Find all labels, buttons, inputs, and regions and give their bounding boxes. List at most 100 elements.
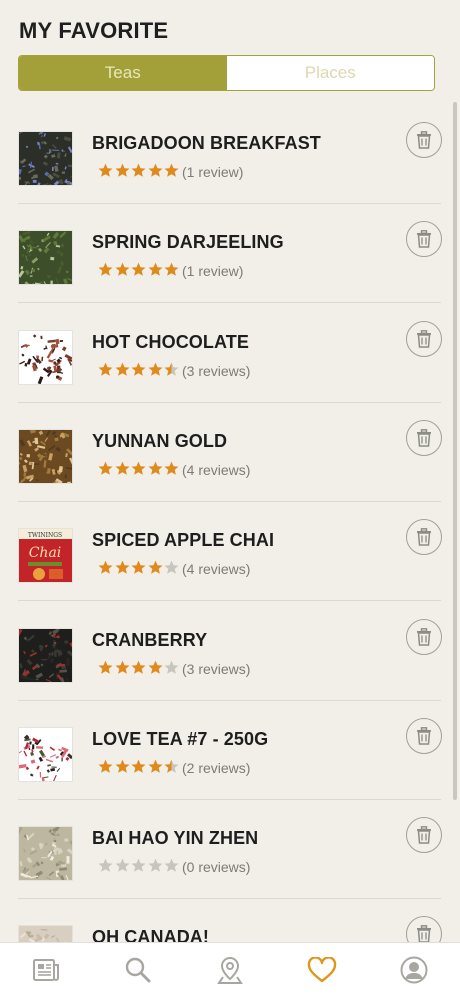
tab-places[interactable]: Places: [227, 56, 435, 90]
tea-thumbnail[interactable]: [18, 429, 73, 484]
delete-button[interactable]: [406, 221, 442, 257]
trash-icon: [416, 528, 432, 546]
review-count: (2 reviews): [182, 760, 250, 776]
star-icon: [164, 262, 179, 277]
page-title: MY FAVORITE: [19, 18, 168, 44]
delete-button[interactable]: [406, 420, 442, 456]
star-icon: [115, 262, 130, 277]
nav-search[interactable]: [92, 943, 184, 997]
list-item[interactable]: CRANBERRY (3 reviews): [0, 602, 441, 701]
nav-places[interactable]: [184, 943, 276, 997]
review-count: (4 reviews): [182, 462, 250, 478]
star-icon: [98, 660, 113, 675]
scrollbar[interactable]: [453, 102, 457, 800]
star-icon: [164, 560, 179, 575]
star-icon: [164, 858, 179, 873]
star-rating: [98, 262, 181, 277]
segmented-control: Teas Places: [18, 55, 435, 91]
delete-button[interactable]: [406, 718, 442, 754]
bottom-nav: [0, 942, 460, 997]
star-icon: [164, 660, 179, 675]
tea-thumbnail[interactable]: [18, 727, 73, 782]
star-icon: [115, 362, 130, 377]
tea-name[interactable]: LOVE TEA #7 - 250G: [92, 729, 268, 750]
favorites-list[interactable]: BRIGADOON BREAKFAST (1 review): [0, 105, 460, 943]
tea-name[interactable]: SPICED APPLE CHAI: [92, 530, 274, 551]
tea-name[interactable]: SPRING DARJEELING: [92, 232, 284, 253]
list-item[interactable]: SPRING DARJEELING (1 review): [0, 204, 441, 303]
tea-name[interactable]: CRANBERRY: [92, 630, 207, 651]
list-item[interactable]: YUNNAN GOLD (4 reviews): [0, 403, 441, 502]
star-icon: [98, 262, 113, 277]
star-rating: [98, 858, 181, 873]
tea-thumbnail[interactable]: [18, 131, 73, 186]
tea-name[interactable]: HOT CHOCOLATE: [92, 332, 249, 353]
tea-name[interactable]: YUNNAN GOLD: [92, 431, 227, 452]
nav-profile[interactable]: [368, 943, 460, 997]
news-icon: [32, 957, 60, 983]
star-icon: [148, 262, 163, 277]
trash-icon: [416, 628, 432, 646]
review-count: (1 review): [182, 164, 243, 180]
trash-icon: [416, 230, 432, 248]
star-icon: [148, 461, 163, 476]
tea-name[interactable]: BAI HAO YIN ZHEN: [92, 828, 258, 849]
nav-news[interactable]: [0, 943, 92, 997]
star-icon: [164, 163, 179, 178]
tea-thumbnail[interactable]: [18, 826, 73, 881]
trash-icon: [416, 925, 432, 943]
trash-icon: [416, 826, 432, 844]
star-icon: [98, 759, 113, 774]
star-icon: [115, 461, 130, 476]
list-item[interactable]: BAI HAO YIN ZHEN (0 reviews): [0, 800, 441, 899]
star-icon: [115, 660, 130, 675]
star-icon: [131, 163, 146, 178]
delete-button[interactable]: [406, 122, 442, 158]
tea-thumbnail[interactable]: [18, 925, 73, 943]
svg-text:Chai: Chai: [29, 545, 62, 561]
star-icon: [131, 362, 146, 377]
review-count: (3 reviews): [182, 363, 250, 379]
star-rating: [98, 759, 181, 774]
review-count: (0 reviews): [182, 859, 250, 875]
delete-button[interactable]: [406, 321, 442, 357]
profile-icon: [399, 955, 429, 985]
list-item[interactable]: OH CANADA!: [0, 899, 441, 943]
search-icon: [124, 956, 152, 984]
list-item[interactable]: TWININGS Chai SPICED APPLE CHAI: [0, 502, 441, 601]
star-icon: [115, 560, 130, 575]
star-icon: [131, 759, 146, 774]
star-icon: [131, 660, 146, 675]
delete-button[interactable]: [406, 817, 442, 853]
star-icon: [148, 759, 163, 774]
review-count: (4 reviews): [182, 561, 250, 577]
star-icon: [98, 461, 113, 476]
star-icon: [148, 660, 163, 675]
star-icon: [164, 461, 179, 476]
tab-teas[interactable]: Teas: [19, 56, 227, 90]
star-icon: [164, 759, 179, 774]
delete-button[interactable]: [406, 519, 442, 555]
tea-thumbnail[interactable]: [18, 230, 73, 285]
star-icon: [98, 858, 113, 873]
tea-thumbnail[interactable]: [18, 330, 73, 385]
tea-name[interactable]: BRIGADOON BREAKFAST: [92, 133, 321, 154]
tea-name[interactable]: OH CANADA!: [92, 927, 209, 943]
tea-thumbnail[interactable]: TWININGS Chai: [18, 528, 73, 583]
star-icon: [131, 858, 146, 873]
heart-icon: [307, 957, 337, 983]
star-icon: [148, 560, 163, 575]
review-count: (3 reviews): [182, 661, 250, 677]
star-icon: [98, 163, 113, 178]
delete-button[interactable]: [406, 619, 442, 655]
tea-thumbnail[interactable]: [18, 628, 73, 683]
star-icon: [131, 461, 146, 476]
list-item[interactable]: HOT CHOCOLATE (3 reviews): [0, 304, 441, 403]
trash-icon: [416, 429, 432, 447]
delete-button[interactable]: [406, 916, 442, 943]
list-item[interactable]: BRIGADOON BREAKFAST (1 review): [0, 105, 441, 204]
star-rating: [98, 461, 181, 476]
list-item[interactable]: LOVE TEA #7 - 250G (2 reviews): [0, 701, 441, 800]
location-pin-icon: [217, 955, 243, 985]
nav-favorites[interactable]: [276, 943, 368, 997]
